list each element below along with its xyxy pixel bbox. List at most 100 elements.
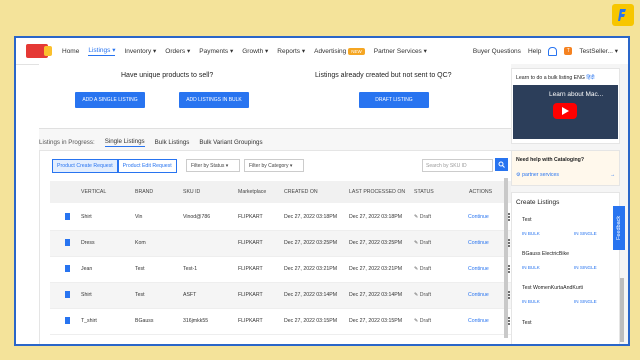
nav-menu: Home Listings ▾ Inventory ▾ Orders ▾ Pay… [62,46,427,56]
top-navigation: Home Listings ▾ Inventory ▾ Orders ▾ Pay… [16,38,628,65]
listings-toolbar: Product Create Request Product Edit Requ… [40,151,518,177]
help-title: Need help with Cataloging? [516,157,585,163]
continue-link[interactable]: Continue [468,292,489,298]
in-bulk-link[interactable]: IN BULK [522,265,540,270]
filter-by-category-select[interactable]: Filter by Category ▾ [244,159,304,172]
nav-reports[interactable]: Reports ▾ [277,47,305,55]
flipkart-logo [612,4,634,26]
add-listing-panel: Have unique products to sell? Listings a… [39,64,517,129]
nav-home[interactable]: Home [62,48,79,55]
nav-right: Buyer Questions Help T TestSeller... ▾ [473,38,618,64]
nav-inventory[interactable]: Inventory ▾ [124,47,156,55]
table-row: Dress Kom FLIPKART Dec 27, 2022 03:25PM … [50,231,518,257]
table-row: Jean Test Test-1 FLIPKART Dec 27, 2022 0… [50,257,518,283]
status-badge: ✎ Draft [414,266,432,272]
tab-bulk-variant-groupings[interactable]: Bulk Variant Groupings [199,139,262,146]
file-icon [65,239,70,246]
status-badge: ✎ Draft [414,240,432,246]
col-brand: BRAND [135,189,154,195]
table-row: Shirt Test ASFT FLIPKART Dec 27, 2022 03… [50,283,518,309]
add-listings-in-bulk-button[interactable]: ADD LISTINGS IN BULK [179,92,249,108]
category-name: BGauss ElectricBike [522,251,569,257]
col-created-on: CREATED ON [284,189,318,195]
in-bulk-link[interactable]: IN BULK [522,299,540,304]
help-panel: Need help with Cataloging? ⚙ partner ser… [511,150,620,186]
create-listings-panel: Create Listings Test IN BULK IN SINGLE B… [511,192,620,344]
status-badge: ✎ Draft [414,214,432,220]
tab-bulk-listings[interactable]: Bulk Listings [155,139,190,146]
play-icon[interactable] [553,103,577,119]
table-row: T_shirt BGauss 316jmkk55 FLIPKART Dec 27… [50,309,518,335]
more-options-icon[interactable] [508,213,510,215]
col-actions: ACTIONS [469,189,493,195]
in-single-link[interactable]: IN SINGLE [574,231,597,236]
col-status: STATUS [414,189,434,195]
nav-payments[interactable]: Payments ▾ [199,47,233,55]
bell-icon[interactable] [548,46,558,56]
in-single-link[interactable]: IN SINGLE [574,299,597,304]
search-button[interactable] [495,158,508,171]
continue-link[interactable]: Continue [468,214,489,220]
table-row: Shirt Vin Vinod@786 FLIPKART Dec 27, 202… [50,205,518,231]
help-link[interactable]: Help [528,48,541,55]
buyer-questions-link[interactable]: Buyer Questions [473,48,521,55]
file-icon [65,291,70,298]
seller-hub-logo[interactable] [26,44,52,58]
filter-by-status-select[interactable]: Filter by Status ▾ [186,159,240,172]
unique-products-heading: Have unique products to sell? [121,72,214,79]
file-icon [65,317,70,324]
product-create-request-toggle[interactable]: Product Create Request [52,159,118,173]
search-icon [498,161,505,168]
more-options-icon[interactable] [508,291,510,293]
file-icon [65,265,70,272]
account-menu[interactable]: TestSeller... ▾ [579,47,618,55]
sidebar-scrollbar[interactable] [620,278,624,342]
continue-link[interactable]: Continue [468,240,489,246]
product-edit-request-toggle[interactable]: Product Edit Request [117,159,177,173]
browser-frame: Home Listings ▾ Inventory ▾ Orders ▾ Pay… [14,36,630,346]
category-name: Test [522,217,532,223]
category-name: Test [522,320,532,326]
right-sidebar: Learn to do a bulk listing ENG हिंदी Lea… [511,64,628,344]
request-type-toggle: Product Create Request Product Edit Requ… [52,159,177,173]
col-marketplace: Marketplace [238,189,267,195]
qc-heading: Listings already created but not sent to… [315,72,452,79]
category-name: Test WomenKurtaAndKurti [522,285,584,291]
more-options-icon[interactable] [508,317,510,319]
tab-single-listings[interactable]: Single Listings [104,138,145,147]
continue-link[interactable]: Continue [468,266,489,272]
file-icon [65,213,70,220]
nav-partner-services[interactable]: Partner Services ▾ [374,47,427,55]
nav-advertising[interactable]: Advertising NEW [314,47,365,55]
nav-listings[interactable]: Listings ▾ [88,46,116,56]
col-sku-id: SKU ID [183,189,201,195]
sku-search-input[interactable]: Search by SKU ID [422,159,493,172]
draft-listing-button[interactable]: DRAFT LISTING [359,92,429,108]
more-options-icon[interactable] [508,265,510,267]
main-scrollbar[interactable] [504,178,508,338]
video-thumbnail[interactable]: Learn about Mac... [513,85,618,139]
nav-growth[interactable]: Growth ▾ [242,47,268,55]
col-last-processed-on: LAST PROCESSED ON [349,189,406,195]
create-listings-title: Create Listings [516,199,560,206]
arrow-right-icon[interactable]: → [610,172,615,178]
listings-in-progress-label: Listings in Progress: [39,138,95,146]
partner-services-link[interactable]: ⚙ partner services [516,172,559,178]
nav-orders[interactable]: Orders ▾ [165,47,190,55]
listings-card: Product Create Request Product Edit Requ… [39,150,519,344]
continue-link[interactable]: Continue [468,318,489,324]
video-language-link[interactable]: हिंदी [586,75,594,81]
video-panel: Learn to do a bulk listing ENG हिंदी Lea… [511,68,620,144]
listing-tabs: Listings in Progress: Single Listings Bu… [39,134,517,150]
status-badge: ✎ Draft [414,318,432,324]
in-single-link[interactable]: IN SINGLE [574,265,597,270]
video-title: Learn about Mac... [549,91,604,98]
account-avatar[interactable]: T [564,47,573,55]
more-options-icon[interactable] [508,239,510,241]
feedback-tab[interactable]: Feedback [613,206,625,250]
in-bulk-link[interactable]: IN BULK [522,231,540,236]
status-badge: ✎ Draft [414,292,432,298]
main-content: Have unique products to sell? Listings a… [39,64,519,344]
new-badge: NEW [348,47,365,55]
add-single-listing-button[interactable]: ADD A SINGLE LISTING [75,92,145,108]
